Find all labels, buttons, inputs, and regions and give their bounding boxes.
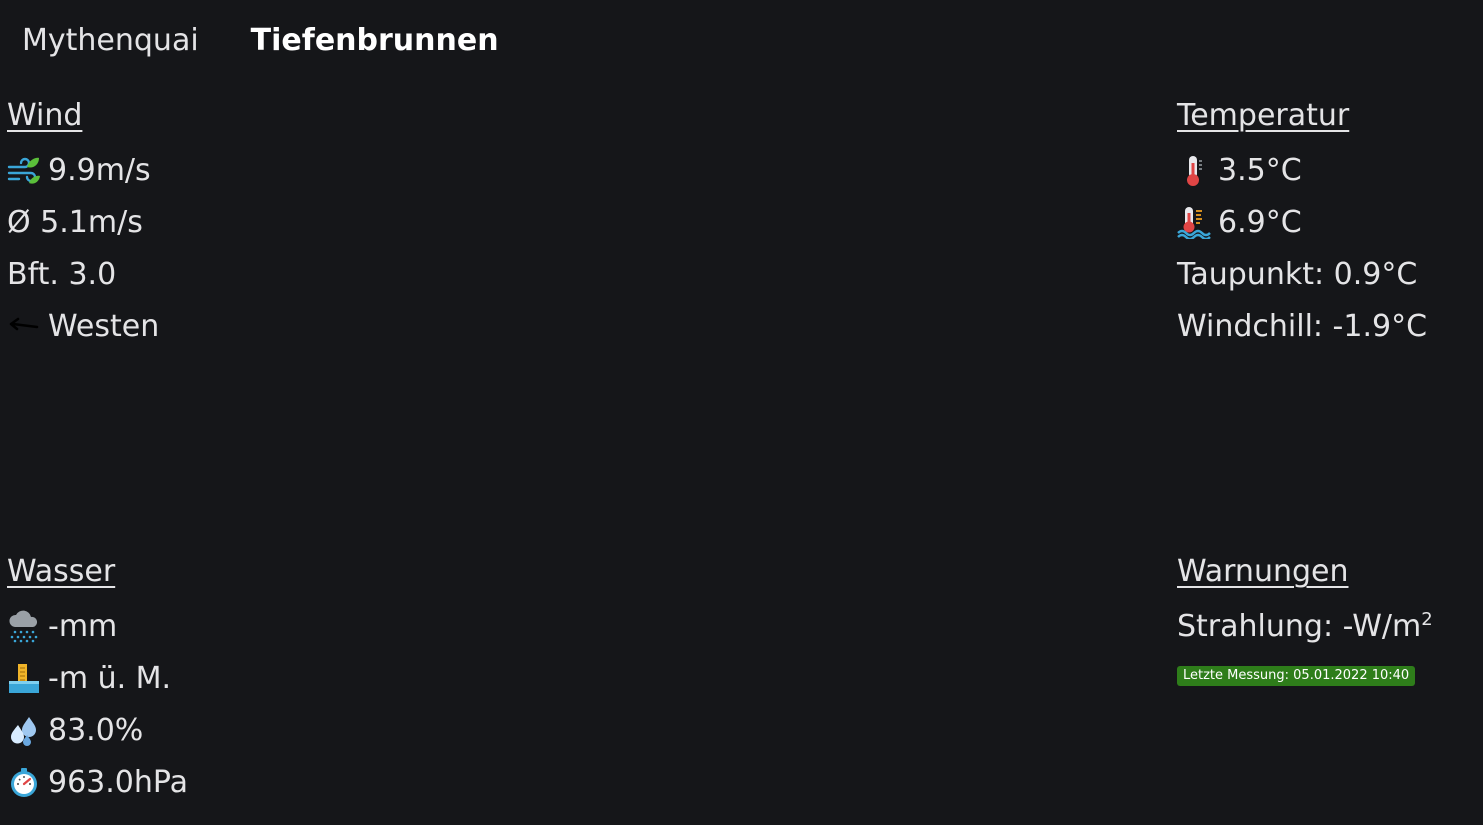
- wind-direction-row: Westen: [7, 300, 159, 352]
- warnings-section: Warnungen Strahlung: -W/m2 Letzte Messun…: [1177, 552, 1433, 687]
- pressure-row: 963.0hPa: [7, 756, 188, 808]
- dewpoint-value: Taupunkt: 0.9°C: [1177, 256, 1418, 292]
- air-temperature-value: 3.5°C: [1218, 152, 1302, 188]
- droplets-icon: [7, 713, 41, 747]
- precipitation-row: -mm: [7, 600, 188, 652]
- wind-average-value: Ø 5.1m/s: [7, 204, 143, 240]
- water-section: Wasser -mm -m ü. M. 83.0% 963.0hPa: [7, 552, 188, 808]
- water-level-value: -m ü. M.: [48, 660, 172, 696]
- last-measurement-badge: Letzte Messung: 05.01.2022 10:40: [1177, 666, 1416, 686]
- water-temperature-row: 6.9°C: [1177, 196, 1427, 248]
- radiation-row: Strahlung: -W/m2: [1177, 600, 1433, 652]
- air-temperature-row: 3.5°C: [1177, 144, 1427, 196]
- water-level-icon: [7, 661, 41, 695]
- thermometer-icon: [1177, 153, 1211, 187]
- water-thermometer-icon: [1177, 205, 1211, 239]
- weather-dashboard: Mythenquai Tiefenbrunnen Wind 9.9m/s Ø 5…: [0, 0, 1483, 825]
- tab-tiefenbrunnen[interactable]: Tiefenbrunnen: [251, 20, 499, 62]
- arrow-left-icon: [7, 309, 41, 343]
- radiation-unit-exponent: 2: [1421, 608, 1433, 630]
- warnings-title: Warnungen: [1177, 554, 1349, 589]
- windchill-value: Windchill: -1.9°C: [1177, 308, 1428, 344]
- windchill-row: Windchill: -1.9°C: [1177, 300, 1427, 352]
- radiation-value: Strahlung: -W/m2: [1177, 609, 1433, 644]
- water-level-row: -m ü. M.: [7, 652, 188, 704]
- wind-beaufort-row: Bft. 3.0: [7, 248, 159, 300]
- wind-beaufort-value: Bft. 3.0: [7, 256, 117, 292]
- water-title: Wasser: [7, 554, 116, 589]
- station-tabs: Mythenquai Tiefenbrunnen: [22, 20, 499, 62]
- humidity-row: 83.0%: [7, 704, 188, 756]
- wind-title: Wind: [7, 98, 83, 133]
- temperature-title: Temperatur: [1177, 98, 1350, 133]
- wind-section: Wind 9.9m/s Ø 5.1m/s Bft. 3.0 Westen: [7, 96, 159, 352]
- temperature-section: Temperatur 3.5°C 6.9°C Taupunkt: 0.9°C W…: [1177, 96, 1427, 352]
- wind-average-row: Ø 5.1m/s: [7, 196, 159, 248]
- wind-direction-value: Westen: [48, 308, 160, 344]
- wind-leaf-icon: [7, 153, 41, 187]
- humidity-value: 83.0%: [48, 712, 144, 748]
- radiation-text: Strahlung: -W/m: [1177, 608, 1422, 644]
- dewpoint-row: Taupunkt: 0.9°C: [1177, 248, 1427, 300]
- wind-speed-row: 9.9m/s: [7, 144, 159, 196]
- barometer-icon: [7, 765, 41, 799]
- pressure-value: 963.0hPa: [48, 764, 189, 800]
- rain-cloud-icon: [7, 609, 41, 643]
- wind-speed-value: 9.9m/s: [48, 152, 151, 188]
- tab-mythenquai[interactable]: Mythenquai: [22, 20, 199, 62]
- precipitation-value: -mm: [48, 608, 118, 644]
- water-temperature-value: 6.9°C: [1218, 204, 1302, 240]
